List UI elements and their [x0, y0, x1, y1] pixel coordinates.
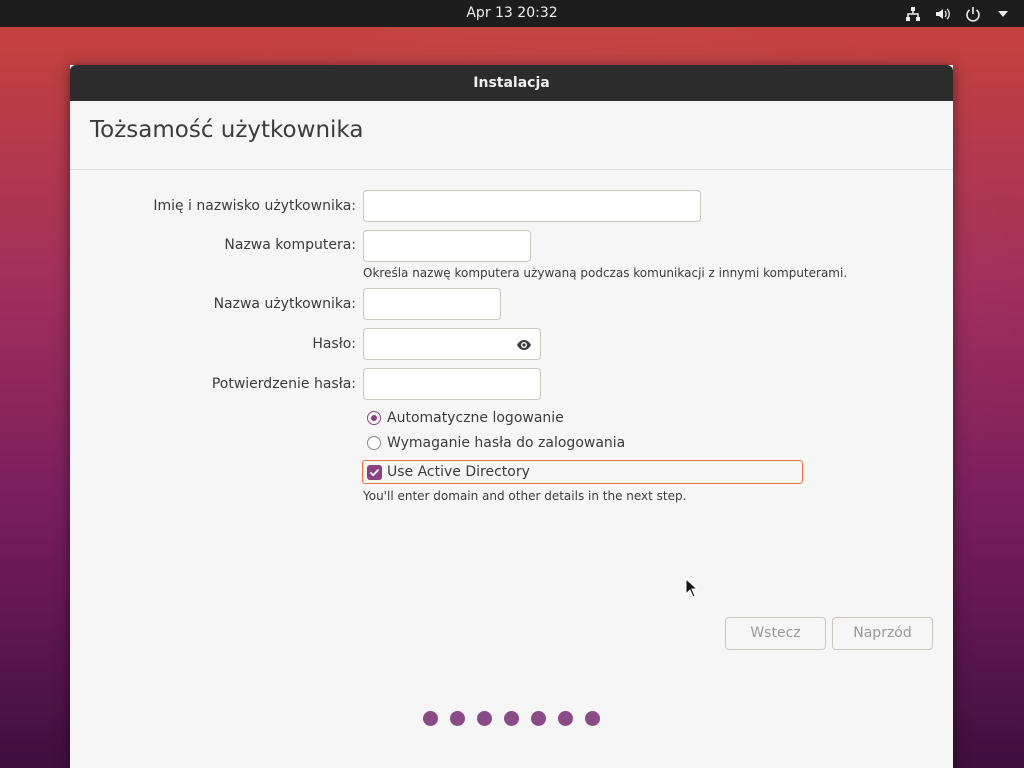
auto-login-option[interactable]: Automatyczne logowanie: [367, 408, 564, 428]
window-title: Instalacja: [70, 65, 953, 101]
auto-login-label: Automatyczne logowanie: [387, 410, 564, 426]
top-bar: Apr 13 20:32: [0, 0, 1024, 27]
confirm-password-label: Potwierdzenie hasła:: [211, 376, 356, 392]
confirm-password-field[interactable]: [363, 368, 541, 400]
password-label: Hasło:: [312, 336, 356, 352]
progress-dot: [504, 711, 519, 726]
require-password-option[interactable]: Wymaganie hasła do zalogowania: [367, 433, 625, 453]
installer-window: Instalacja Tożsamość użytkownika Imię i …: [70, 65, 953, 768]
back-button[interactable]: Wstecz: [725, 617, 826, 650]
checkmark-icon[interactable]: [367, 464, 382, 480]
full-name-field[interactable]: [363, 190, 701, 222]
require-password-label: Wymaganie hasła do zalogowania: [387, 435, 626, 451]
show-password-icon[interactable]: [516, 337, 532, 353]
progress-dots: [423, 711, 600, 726]
password-field[interactable]: [363, 328, 541, 360]
active-directory-hint: You'll enter domain and other details in…: [363, 489, 687, 503]
menu-arrow-icon[interactable]: [994, 5, 1012, 23]
power-icon[interactable]: [964, 5, 982, 23]
progress-dot: [477, 711, 492, 726]
mouse-pointer-icon: [685, 577, 699, 602]
clock[interactable]: Apr 13 20:32: [0, 0, 1024, 27]
progress-dot: [585, 711, 600, 726]
computer-name-field[interactable]: [363, 230, 531, 262]
active-directory-label: Use Active Directory: [387, 464, 530, 480]
auto-login-radio[interactable]: [367, 411, 381, 425]
divider: [70, 169, 953, 170]
progress-dot: [450, 711, 465, 726]
progress-dot: [531, 711, 546, 726]
page-title: Tożsamość użytkownika: [90, 117, 364, 143]
volume-icon[interactable]: [934, 5, 952, 23]
username-label: Nazwa użytkownika:: [213, 296, 356, 312]
computer-name-label: Nazwa komputera:: [224, 237, 356, 253]
require-password-radio[interactable]: [367, 436, 381, 450]
forward-button[interactable]: Naprzód: [832, 617, 933, 650]
computer-name-hint: Określa nazwę komputera używaną podczas …: [363, 266, 848, 280]
network-icon[interactable]: [904, 5, 922, 23]
full-name-label: Imię i nazwisko użytkownika:: [153, 198, 356, 214]
active-directory-checkbox[interactable]: Use Active Directory: [362, 460, 803, 484]
progress-dot: [423, 711, 438, 726]
system-tray[interactable]: [904, 0, 1012, 27]
username-field[interactable]: [363, 288, 501, 320]
progress-dot: [558, 711, 573, 726]
